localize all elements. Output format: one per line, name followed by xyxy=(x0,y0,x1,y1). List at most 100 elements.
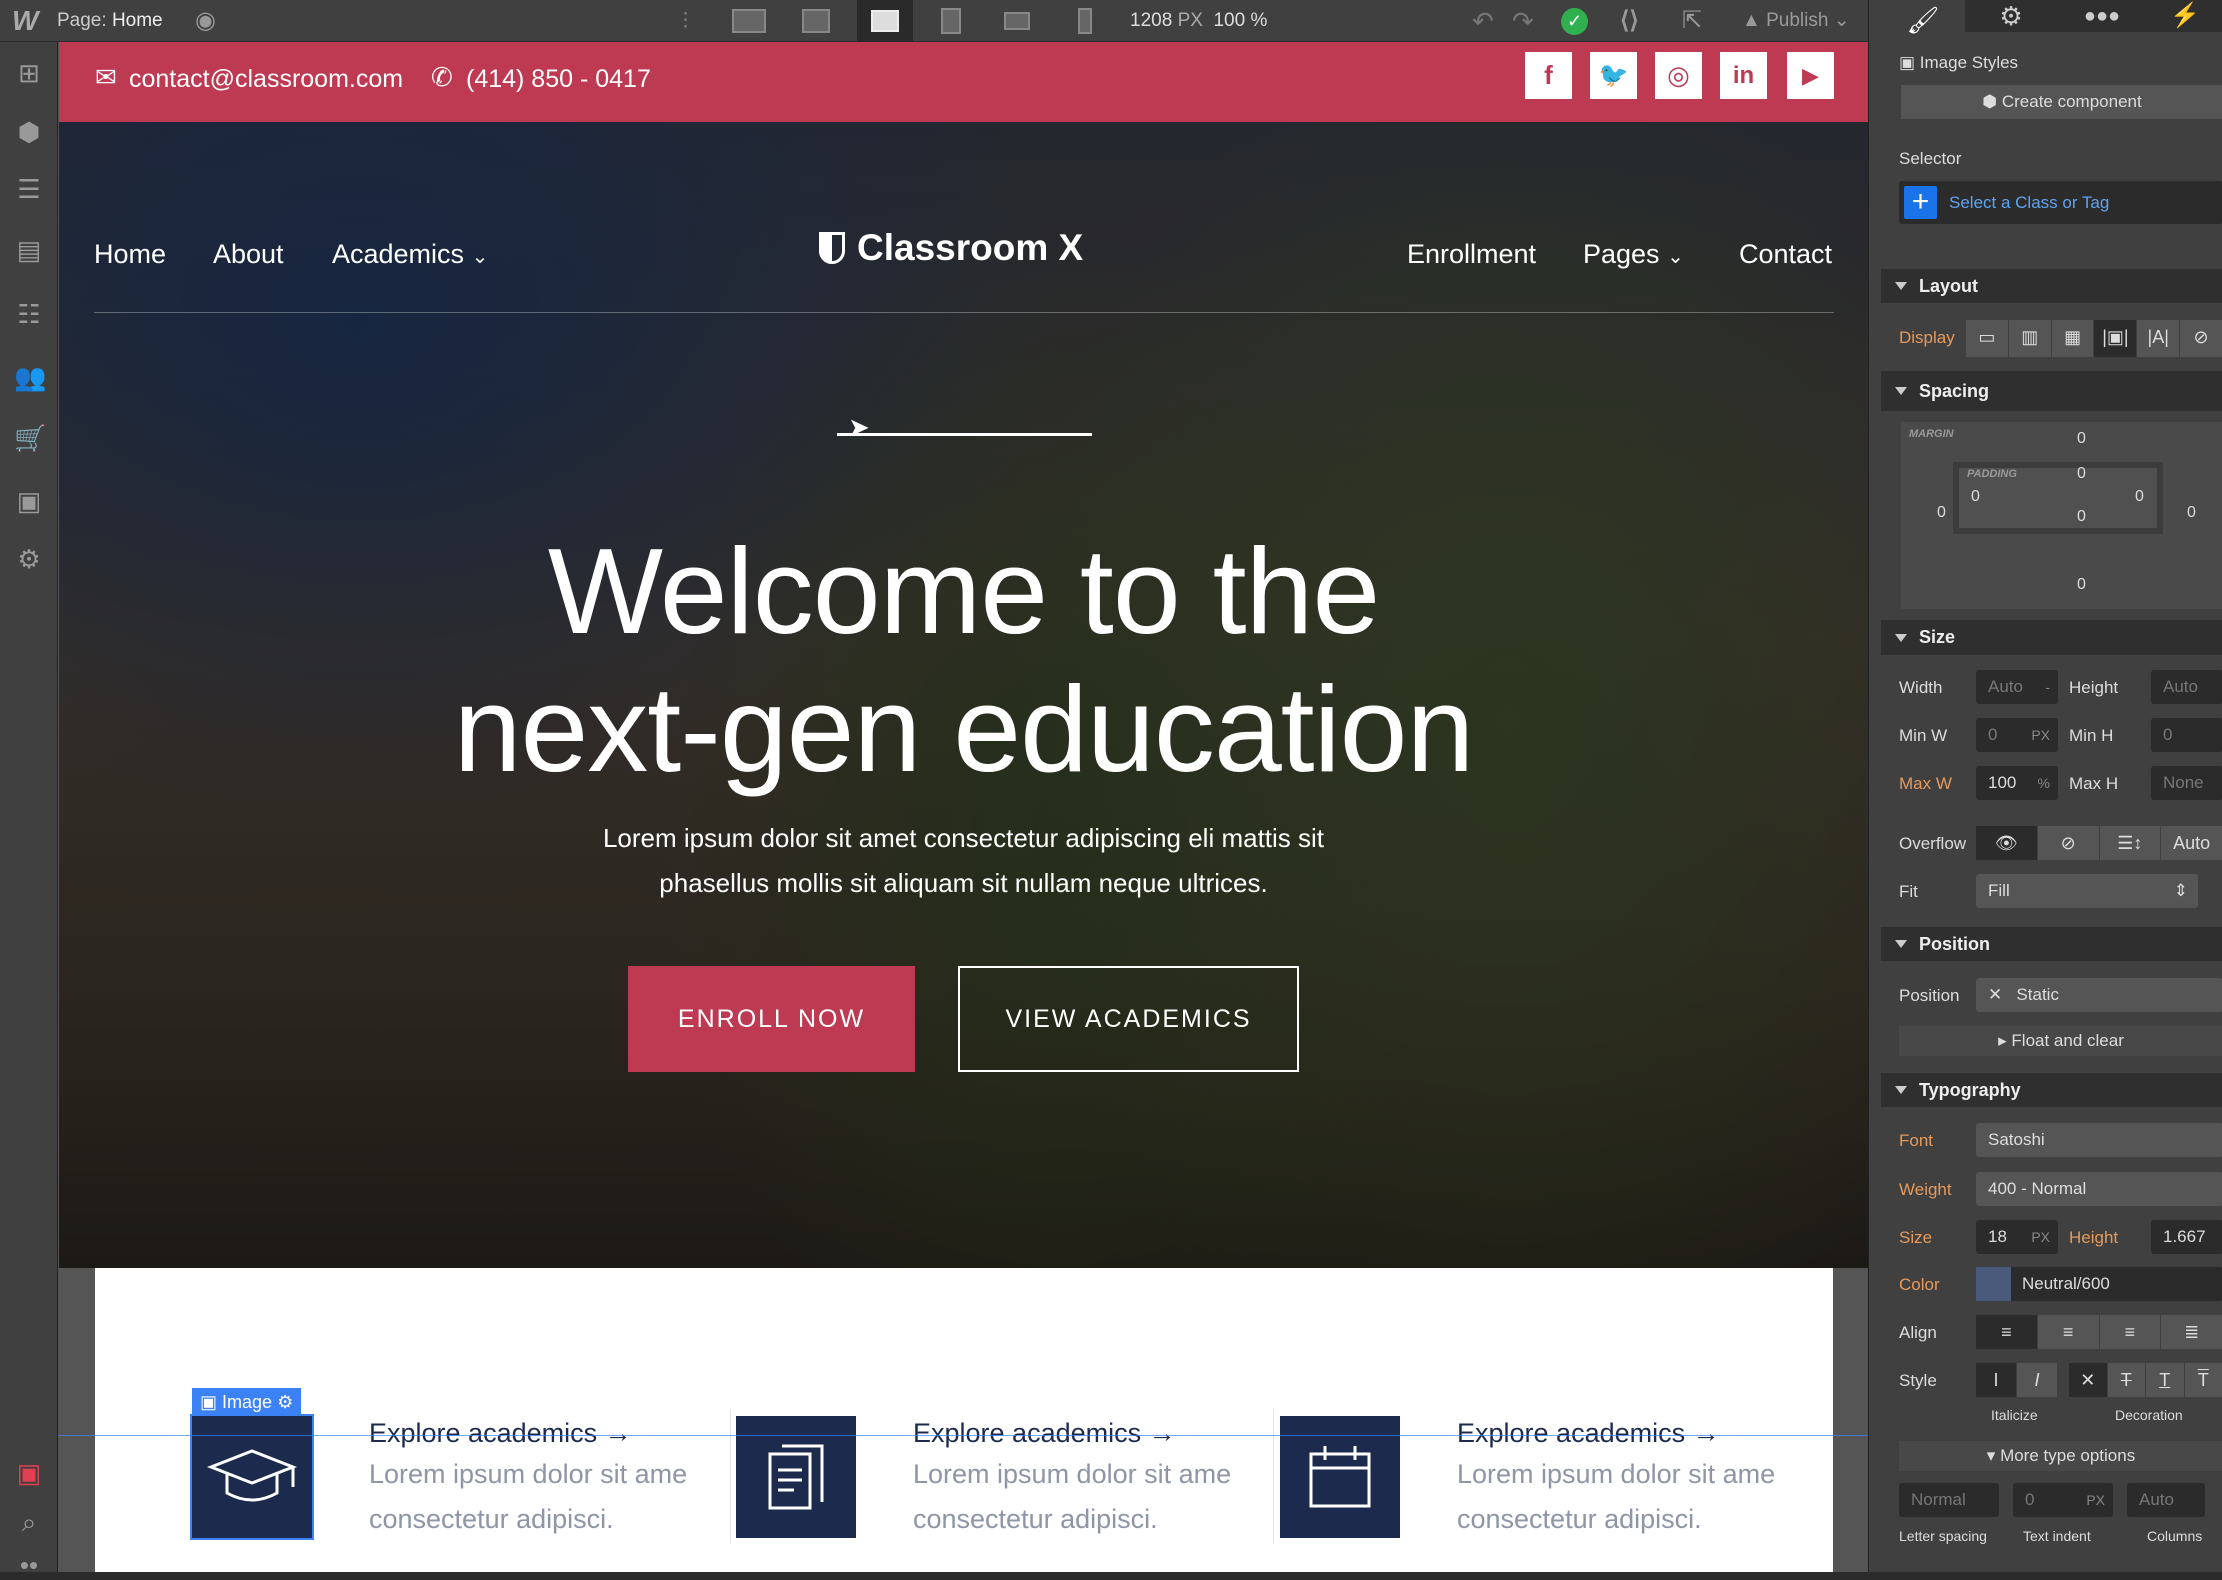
overflow-auto[interactable]: Auto xyxy=(2161,826,2222,860)
device-desktop-large-icon[interactable] xyxy=(797,6,835,36)
layout-section-header[interactable]: Layout xyxy=(1881,269,2222,303)
fit-select[interactable]: Fill⇕ xyxy=(1976,874,2198,908)
align-right-icon[interactable]: ≡ xyxy=(2100,1315,2162,1349)
letter-spacing-input[interactable]: Normal xyxy=(1899,1483,1999,1517)
display-inline-block-icon[interactable]: |▣| xyxy=(2094,320,2137,357)
cms-icon[interactable]: ☷ xyxy=(14,299,44,329)
selector-input[interactable]: + Select a Class or Tag xyxy=(1899,181,2222,224)
twitter-icon[interactable]: 🐦 xyxy=(1590,52,1637,99)
enroll-now-button[interactable]: ENROLL NOW xyxy=(628,966,915,1072)
line-height-input[interactable]: 1.667 xyxy=(2151,1220,2222,1254)
margin-left[interactable]: 0 xyxy=(1937,504,1946,522)
font-select[interactable]: Satoshi xyxy=(1976,1123,2222,1157)
publish-button[interactable]: ▲ Publish ⌄ xyxy=(1742,0,1850,42)
underline-icon[interactable]: T xyxy=(2146,1363,2185,1397)
position-select[interactable]: ✕ Static xyxy=(1976,978,2222,1012)
components-icon[interactable]: ⬢ xyxy=(14,117,44,147)
nav-home[interactable]: Home xyxy=(94,234,166,274)
display-inline-icon[interactable]: |A| xyxy=(2137,320,2180,357)
padding-right[interactable]: 0 xyxy=(2135,488,2144,506)
selection-badge[interactable]: ▣ Image ⚙ xyxy=(192,1388,301,1416)
style-brush-tab-icon[interactable]: 🖌 xyxy=(1881,0,1965,43)
navigator-icon[interactable]: ☰ xyxy=(14,174,44,204)
contact-email[interactable]: contact@classroom.com xyxy=(129,65,403,94)
facebook-icon[interactable]: f xyxy=(1525,52,1572,99)
padding-top[interactable]: 0 xyxy=(2077,465,2086,483)
display-none-icon[interactable]: ⊘ xyxy=(2180,320,2222,357)
strikethrough-icon[interactable]: T xyxy=(2108,1363,2147,1397)
size-section-header[interactable]: Size xyxy=(1881,620,2222,655)
padding-left[interactable]: 0 xyxy=(1971,488,1980,506)
preview-eye-icon[interactable]: ◉ xyxy=(195,0,216,42)
display-flex-icon[interactable]: ▥ xyxy=(2009,320,2052,357)
margin-top[interactable]: 0 xyxy=(2077,430,2086,448)
overflow-scroll-icon[interactable]: ☰↕ xyxy=(2100,826,2162,860)
overflow-hidden-icon[interactable]: ⊘ xyxy=(2038,826,2100,860)
status-check-icon[interactable]: ✓ xyxy=(1561,8,1588,35)
more-dots-icon[interactable]: ⋮ xyxy=(676,0,695,42)
display-grid-icon[interactable]: ▦ xyxy=(2052,320,2095,357)
spacing-section-header[interactable]: Spacing xyxy=(1881,371,2222,411)
lightning-tab-icon[interactable]: ⚡ xyxy=(2147,0,2222,32)
device-desktop-base-icon[interactable] xyxy=(857,0,913,42)
feature-title-3[interactable]: Explore academics → xyxy=(1457,1413,1720,1453)
regular-i-icon[interactable]: I xyxy=(1976,1363,2017,1397)
color-input[interactable]: Neutral/600 xyxy=(1976,1267,2222,1301)
audit-icon[interactable]: ▣ xyxy=(14,1458,44,1488)
undo-icon[interactable]: ↶ xyxy=(1472,0,1494,42)
device-mobile-landscape-icon[interactable] xyxy=(998,6,1036,36)
color-swatch[interactable] xyxy=(1976,1267,2011,1301)
settings-tab-icon[interactable]: ⚙ xyxy=(1965,0,2057,32)
nav-academics[interactable]: Academics ⌄ xyxy=(332,234,488,277)
margin-bottom[interactable]: 0 xyxy=(2077,576,2086,594)
overline-icon[interactable]: T xyxy=(2185,1363,2222,1397)
nav-about[interactable]: About xyxy=(213,234,284,274)
display-block-icon[interactable]: ▭ xyxy=(1966,320,2009,357)
contact-phone[interactable]: (414) 850 - 0417 xyxy=(466,65,651,94)
device-desktop-xl-icon[interactable] xyxy=(730,6,768,36)
nav-enrollment[interactable]: Enrollment xyxy=(1407,234,1536,274)
settings-icon[interactable]: ⚙ xyxy=(14,544,44,574)
instagram-icon[interactable]: ◎ xyxy=(1655,52,1702,99)
height-input[interactable]: Auto xyxy=(2151,670,2222,704)
float-clear-toggle[interactable]: ▸ Float and clear xyxy=(1899,1026,2222,1056)
design-canvas[interactable]: ✉ contact@classroom.com ✆ (414) 850 - 04… xyxy=(58,42,1868,1572)
nav-contact[interactable]: Contact xyxy=(1739,234,1832,274)
code-icon[interactable]: ⟨⟩ xyxy=(1620,0,1639,42)
interactions-tab-icon[interactable]: ●●● xyxy=(2057,0,2147,32)
min-width-input[interactable]: 0PX xyxy=(1976,718,2058,752)
linkedin-icon[interactable]: in xyxy=(1720,52,1767,99)
position-section-header[interactable]: Position xyxy=(1881,927,2222,961)
site-logo[interactable]: Classroom X xyxy=(819,228,1083,268)
add-icon[interactable]: ⊞ xyxy=(14,58,44,88)
redo-icon[interactable]: ↷ xyxy=(1512,0,1534,42)
typography-section-header[interactable]: Typography xyxy=(1881,1073,2222,1107)
align-left-icon[interactable]: ≡ xyxy=(1976,1315,2038,1349)
overflow-visible-eye-icon[interactable]: 👁 xyxy=(1976,826,2038,860)
text-indent-input[interactable]: 0PX xyxy=(2013,1483,2113,1517)
search-icon[interactable]: ⌕ xyxy=(14,1507,44,1537)
padding-bottom[interactable]: 0 xyxy=(2077,508,2086,526)
export-icon[interactable]: ⇱ xyxy=(1682,0,1702,42)
ecommerce-icon[interactable]: 🛒 xyxy=(14,423,44,453)
width-input[interactable]: Auto- xyxy=(1976,670,2058,704)
align-justify-icon[interactable]: ≣ xyxy=(2161,1315,2222,1349)
weight-select[interactable]: 400 - Normal xyxy=(1976,1172,2222,1206)
nav-pages[interactable]: Pages ⌄ xyxy=(1583,234,1684,277)
columns-input[interactable]: Auto xyxy=(2127,1483,2205,1517)
youtube-icon[interactable]: ▶ xyxy=(1787,52,1834,99)
pages-icon[interactable]: ▤ xyxy=(14,235,44,265)
device-mobile-portrait-icon[interactable] xyxy=(1066,6,1104,36)
margin-right[interactable]: 0 xyxy=(2187,504,2196,522)
max-width-input[interactable]: 100% xyxy=(1976,766,2058,800)
users-icon[interactable]: 👥 xyxy=(14,362,44,392)
device-tablet-icon[interactable] xyxy=(932,6,970,36)
feature-title-2[interactable]: Explore academics → xyxy=(913,1413,1176,1453)
webflow-logo[interactable]: W xyxy=(12,0,38,42)
italic-icon[interactable]: I xyxy=(2017,1363,2058,1397)
assets-icon[interactable]: ▣ xyxy=(14,486,44,516)
create-component-button[interactable]: ⬢ Create component xyxy=(1901,85,2222,119)
align-center-icon[interactable]: ≡ xyxy=(2038,1315,2100,1349)
view-academics-button[interactable]: VIEW ACADEMICS xyxy=(958,966,1299,1072)
max-height-input[interactable]: None xyxy=(2151,766,2222,800)
